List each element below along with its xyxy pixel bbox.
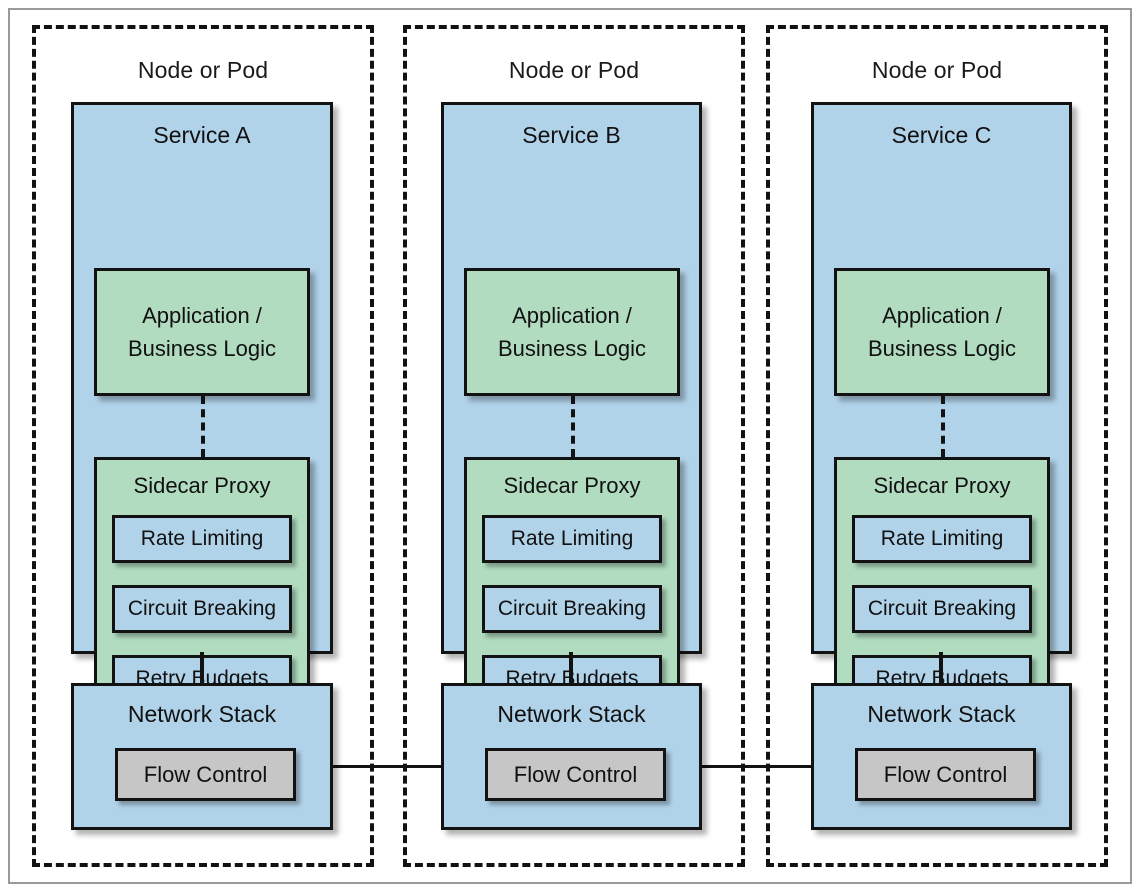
service-network-connector-b bbox=[569, 652, 573, 685]
service-title-b: Service B bbox=[522, 122, 621, 148]
network-stack-title-c: Network Stack bbox=[867, 701, 1016, 727]
flow-control-label-b: Flow Control bbox=[513, 762, 638, 787]
application-line-2: Business Logic bbox=[498, 336, 646, 361]
network-stack-box-a[interactable]: Network Stack Flow Control bbox=[71, 683, 333, 830]
pod-title-a: Node or Pod bbox=[137, 57, 269, 83]
feature-label: Circuit Breaking bbox=[867, 597, 1017, 620]
application-line-2: Business Logic bbox=[128, 336, 276, 361]
feature-label: Rate Limiting bbox=[880, 527, 1004, 550]
feature-chip-rate-limiting-b[interactable]: Rate Limiting bbox=[482, 515, 662, 563]
application-label-c: Application / Business Logic bbox=[837, 299, 1047, 365]
application-line-1: Application / bbox=[882, 303, 1002, 328]
application-line-1: Application / bbox=[142, 303, 262, 328]
flow-control-label-c: Flow Control bbox=[883, 762, 1008, 787]
application-box-c[interactable]: Application / Business Logic bbox=[834, 268, 1050, 396]
feature-label: Circuit Breaking bbox=[127, 597, 277, 620]
pod-title-c: Node or Pod bbox=[871, 57, 1003, 83]
application-box-b[interactable]: Application / Business Logic bbox=[464, 268, 680, 396]
flow-control-box-b[interactable]: Flow Control bbox=[485, 748, 666, 801]
feature-label: Rate Limiting bbox=[140, 527, 264, 550]
application-label-b: Application / Business Logic bbox=[467, 299, 677, 365]
sidecar-title-c: Sidecar Proxy bbox=[873, 473, 1011, 498]
network-stack-title-b: Network Stack bbox=[497, 701, 646, 727]
feature-chip-circuit-breaking-b[interactable]: Circuit Breaking bbox=[482, 585, 662, 633]
service-box-c[interactable]: Service C Application / Business Logic S… bbox=[811, 102, 1072, 732]
service-box-a[interactable]: Service A Application / Business Logic S… bbox=[71, 102, 333, 732]
diagram-canvas: Node or Pod Service A Application / Busi… bbox=[0, 0, 1140, 892]
service-network-connector-a bbox=[200, 652, 204, 685]
service-title-a: Service A bbox=[153, 122, 251, 148]
feature-label: Circuit Breaking bbox=[497, 597, 647, 620]
service-box-b[interactable]: Service B Application / Business Logic S… bbox=[441, 102, 702, 732]
app-sidecar-connector-b bbox=[571, 396, 575, 457]
flow-control-label-a: Flow Control bbox=[143, 762, 268, 787]
flow-control-box-c[interactable]: Flow Control bbox=[855, 748, 1036, 801]
pod-title-b: Node or Pod bbox=[508, 57, 640, 83]
network-stack-title-a: Network Stack bbox=[127, 701, 277, 727]
app-sidecar-connector-a bbox=[201, 396, 205, 457]
sidecar-title-a: Sidecar Proxy bbox=[133, 473, 271, 498]
application-box-a[interactable]: Application / Business Logic bbox=[94, 268, 310, 396]
application-line-2: Business Logic bbox=[868, 336, 1016, 361]
service-network-connector-c bbox=[939, 652, 943, 685]
sidecar-title-b: Sidecar Proxy bbox=[503, 473, 641, 498]
feature-label: Rate Limiting bbox=[510, 527, 634, 550]
feature-chip-rate-limiting-c[interactable]: Rate Limiting bbox=[852, 515, 1032, 563]
feature-chip-circuit-breaking-a[interactable]: Circuit Breaking bbox=[112, 585, 292, 633]
feature-chip-circuit-breaking-c[interactable]: Circuit Breaking bbox=[852, 585, 1032, 633]
application-line-1: Application / bbox=[512, 303, 632, 328]
feature-chip-rate-limiting-a[interactable]: Rate Limiting bbox=[112, 515, 292, 563]
application-label-a: Application / Business Logic bbox=[97, 299, 307, 365]
app-sidecar-connector-c bbox=[941, 396, 945, 457]
network-stack-box-b[interactable]: Network Stack Flow Control bbox=[441, 683, 702, 830]
network-stack-box-c[interactable]: Network Stack Flow Control bbox=[811, 683, 1072, 830]
flow-control-box-a[interactable]: Flow Control bbox=[115, 748, 296, 801]
service-title-c: Service C bbox=[891, 122, 992, 148]
